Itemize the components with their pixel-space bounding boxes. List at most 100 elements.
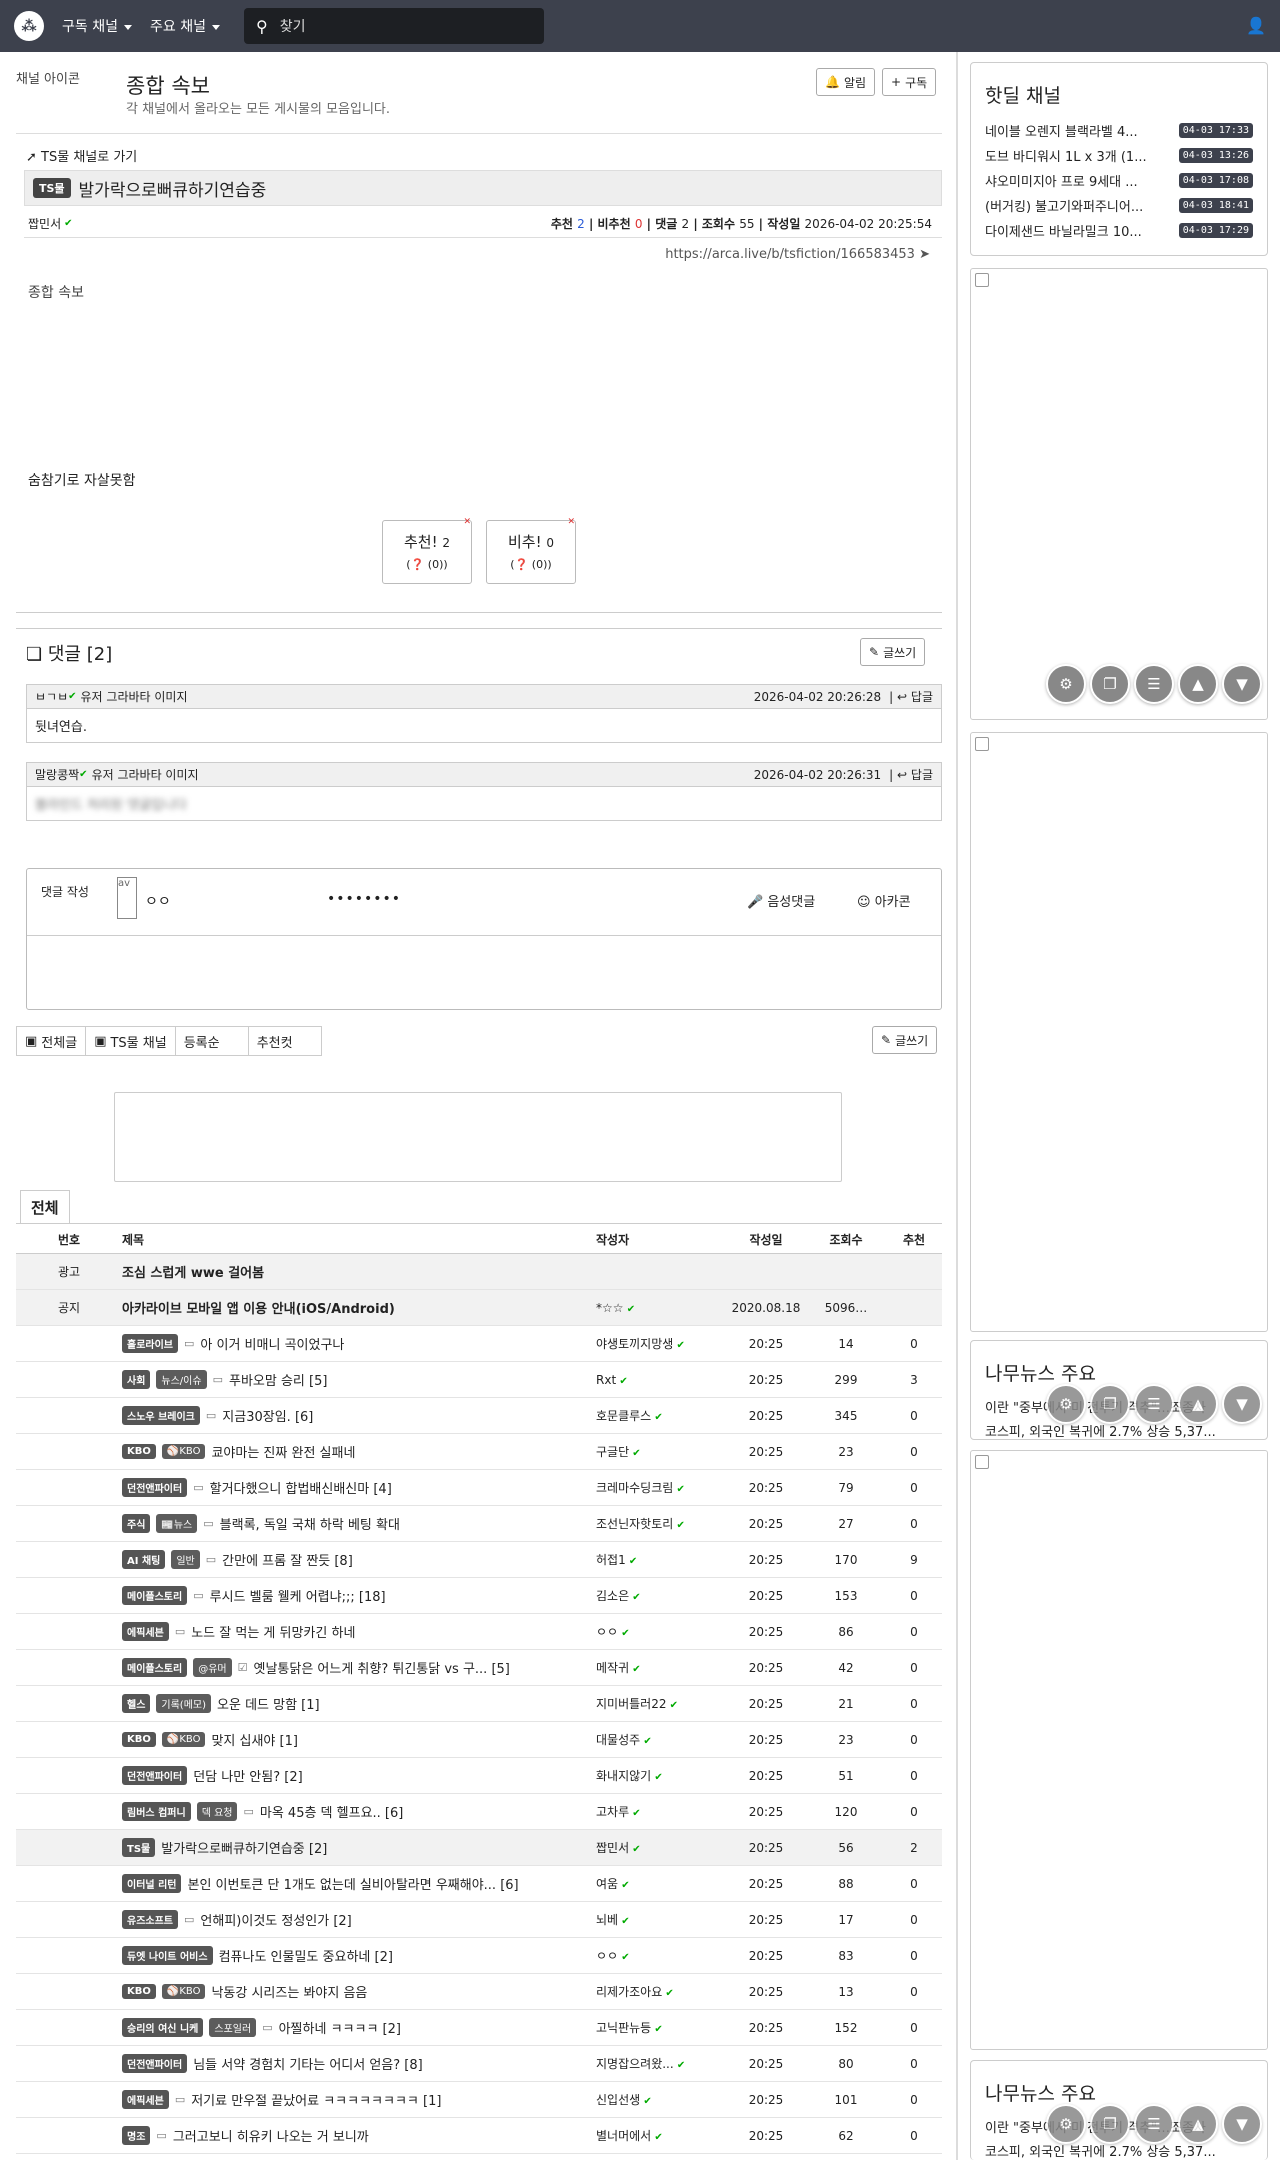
article-url[interactable]: https://arca.live/b/tsfiction/166583453 …	[665, 247, 930, 262]
password-field[interactable]: ••••••••	[327, 891, 401, 907]
article-write-button[interactable]: ✎ 글쓰기	[872, 1026, 938, 1054]
scroll-down-icon[interactable]: ▼	[1222, 2104, 1262, 2144]
comment-author[interactable]: 말랑콩짝	[35, 766, 79, 783]
row-author[interactable]: 지미버틀러22 ✔	[596, 1695, 726, 1712]
reply-button[interactable]: | ↩ 답글	[889, 688, 933, 705]
table-row[interactable]: 헬스 기록(메모) 오운 데드 망함 [1] 지미버틀러22 ✔ 20:25 21 0	[16, 1686, 942, 1722]
row-title[interactable]: TS물 발가락으로뻐큐하기연습중 [2]	[122, 1838, 596, 1857]
row-author[interactable]: 신입선생 ✔	[596, 2091, 726, 2108]
table-row[interactable]: 홀로라이브 ▭ 아 이거 비매니 곡이었구나 야생토끼지망생 ✔ 20:25 14 0	[16, 1326, 942, 1362]
category-tag[interactable]: TS물	[122, 1838, 156, 1857]
voice-comment-button[interactable]: 🎤 음성댓글	[747, 891, 815, 910]
row-author[interactable]: 짭민서 ✔	[596, 1839, 726, 1856]
category-tag[interactable]: 헬스	[122, 1694, 151, 1713]
channel-title[interactable]: 종합 속보	[126, 70, 210, 100]
filter-channel[interactable]: ▣ TS물 채널	[85, 1026, 176, 1056]
table-row[interactable]: 에픽세븐 ▭ 저기료 만우절 끝났어료 ㅋㅋㅋㅋㅋㅋㅋㅋ [1] 신입선생 ✔ 20:2…	[16, 2082, 942, 2118]
category-tag[interactable]: 주식	[122, 1514, 151, 1533]
row-title[interactable]: 던전앤파이터 님들 서약 경험치 기타는 어디서 얻음? [8]	[122, 2054, 596, 2073]
row-title[interactable]: 사회 뉴스/이슈 ▭ 푸바오맘 승리 [5]	[122, 1370, 596, 1389]
ad-image[interactable]	[970, 732, 1268, 1332]
row-title[interactable]: 명조 ▭ 그러고보니 히유키 나오는 거 보니까	[122, 2126, 596, 2145]
row-author[interactable]: 크레마수딩크림 ✔	[596, 1479, 726, 1496]
category-tag[interactable]: 던전앤파이터	[122, 1766, 188, 1785]
hotdeal-item[interactable]: (버거킹) 불고기와퍼주니어... 04-03 18:41	[971, 193, 1267, 218]
scroll-up-icon[interactable]: ▲	[1178, 1384, 1218, 1424]
hotdeal-item[interactable]: 네이블 오렌지 블랙라벨 4... 04-03 17:33	[971, 118, 1267, 143]
scroll-up-icon[interactable]: ▲	[1178, 664, 1218, 704]
row-title[interactable]: 승리의 여신 니케 스포일러 ▭ 아찔하네 ㅋㅋㅋㅋ [2]	[122, 2018, 596, 2037]
category-tag[interactable]: 이터널 리턴	[122, 1874, 182, 1893]
category-tag[interactable]: 일반	[171, 1550, 200, 1569]
settings-icon[interactable]: ⚙	[1046, 664, 1086, 704]
table-row[interactable]: 이터널 리턴 본인 이번토큰 단 1개도 없는데 실비아탈라면 우째해야... […	[16, 1866, 942, 1902]
row-title[interactable]: 유즈소프트 ▭ 언해피)이것도 정성인가 [2]	[122, 1910, 596, 1929]
category-tag[interactable]: KBO	[122, 1444, 156, 1459]
nickname-field[interactable]: ㅇㅇ	[145, 891, 171, 911]
search-input[interactable]: ⚲ 찾기	[243, 8, 544, 44]
table-row[interactable]: 승리의 여신 니케 스포일러 ▭ 아찔하네 ㅋㅋㅋㅋ [2] 고닉판뉴등 ✔ 20:25 1…	[16, 2010, 942, 2046]
copy-icon[interactable]: ❐	[1090, 664, 1130, 704]
ad-image[interactable]	[970, 268, 1268, 720]
row-author[interactable]: ㅇㅇ ✔	[596, 1623, 726, 1640]
row-author[interactable]: 야생토끼지망생 ✔	[596, 1335, 726, 1352]
rec-cut-select[interactable]: 추천컷	[247, 1026, 322, 1056]
row-title[interactable]: 주식 📰뉴스 ▭ 블랙록, 독일 국채 하락 베팅 확대	[122, 1514, 596, 1533]
category-tag[interactable]: 메이플스토리	[122, 1586, 188, 1605]
row-author[interactable]: 조선닌자핫토리 ✔	[596, 1515, 726, 1532]
row-author[interactable]: 지명잡으려왔... ✔	[596, 2055, 726, 2072]
table-row[interactable]: 사회 뉴스/이슈 ▭ 푸바오맘 승리 [5] Rxt ✔ 20:25 299 3	[16, 1362, 942, 1398]
copy-icon[interactable]: ❐	[1090, 1384, 1130, 1424]
category-tag[interactable]: KBO	[122, 1984, 156, 1999]
row-title[interactable]: 메이플스토리 ▭ 루시드 벨룸 웰케 어렵냐;;; [18]	[122, 1586, 596, 1605]
category-tag[interactable]: AI 채팅	[122, 1550, 166, 1569]
table-row[interactable]: 메이플스토리 @유머 ☑ 옛날통닭은 어느게 취향? 튀긴통닭 vs 구... [5]…	[16, 1650, 942, 1686]
table-row[interactable]: 주식 📰뉴스 ▭ 블랙록, 독일 국채 하락 베팅 확대 조선닌자핫토리 ✔ 20:25 2…	[16, 1506, 942, 1542]
table-row[interactable]: 던전앤파이터 던담 나만 안됨? [2] 화내지않기 ✔ 20:25 51 0	[16, 1758, 942, 1794]
user-icon[interactable]: 👤	[1246, 16, 1266, 35]
category-tag[interactable]: 뉴스/이슈	[156, 1370, 207, 1389]
row-author[interactable]: 고차루 ✔	[596, 1803, 726, 1820]
category-tag[interactable]: 유즈소프트	[122, 1910, 178, 1929]
table-row[interactable]: 광고 조심 스럽게 wwe 걸어봄	[16, 1254, 942, 1290]
ad-banner[interactable]	[114, 1092, 842, 1182]
row-title[interactable]: 메이플스토리 @유머 ☑ 옛날통닭은 어느게 취향? 튀긴통닭 vs 구... [5]	[122, 1658, 596, 1677]
category-tag[interactable]: @유머	[193, 1658, 232, 1677]
category-tag[interactable]: KBO	[122, 1732, 156, 1747]
category-tag[interactable]: 홀로라이브	[122, 1334, 178, 1353]
row-author[interactable]: 별너머에서 ✔	[596, 2127, 726, 2144]
table-row[interactable]: KBO ⚾KBO 낙동강 시리즈는 봐야지 음음 리제가조아요 ✔ 20:25 13 0	[16, 1974, 942, 2010]
category-tag[interactable]: 던전앤파이터	[122, 1478, 188, 1497]
row-title[interactable]: KBO ⚾KBO 쿄야마는 진짜 완전 실패네	[122, 1442, 596, 1461]
row-author[interactable]: 뇌베 ✔	[596, 1911, 726, 1928]
reply-button[interactable]: | ↩ 답글	[889, 766, 933, 783]
row-title[interactable]: 조심 스럽게 wwe 걸어봄	[122, 1262, 596, 1281]
table-row[interactable]: 던전앤파이터 님들 서약 경험치 기타는 어디서 얻음? [8] 지명잡으려왔...…	[16, 2046, 942, 2082]
category-tag[interactable]: 기록(메모)	[156, 1694, 212, 1713]
category-tag[interactable]: 던전앤파이터	[122, 2054, 188, 2073]
row-author[interactable]: 여움 ✔	[596, 1875, 726, 1892]
table-row[interactable]: 공지 아카라이브 모바일 앱 이용 안내(iOS/Android) *☆☆ ✔ 202…	[16, 1290, 942, 1326]
category-tag[interactable]: ⚾KBO	[161, 1984, 206, 1999]
hotdeal-item[interactable]: 도브 바디워시 1L x 3개 (1... 04-03 13:26	[971, 143, 1267, 168]
row-title[interactable]: 에픽세븐 ▭ 노드 잘 먹는 게 뒤망카긴 하네	[122, 1622, 596, 1641]
row-author[interactable]: 고닉판뉴등 ✔	[596, 2019, 726, 2036]
table-row[interactable]: 에픽세븐 ▭ 노드 잘 먹는 게 뒤망카긴 하네 ㅇㅇ ✔ 20:25 86 0	[16, 1614, 942, 1650]
table-row[interactable]: 던전앤파이터 ▭ 할거다했으니 합법배신배신마 [4] 크레마수딩크림 ✔ 20:25 7…	[16, 1470, 942, 1506]
table-row[interactable]: TS물 발가락으로뻐큐하기연습중 [2] 짭민서 ✔ 20:25 56 2	[16, 1830, 942, 1866]
row-author[interactable]: 호문클루스 ✔	[596, 1407, 726, 1424]
tab-all[interactable]: 전체	[20, 1190, 70, 1224]
news-title[interactable]: 나무뉴스 주요	[985, 1359, 1267, 1386]
category-tag[interactable]: 사회	[122, 1370, 151, 1389]
scroll-down-icon[interactable]: ▼	[1222, 664, 1262, 704]
subscribed-channels-menu[interactable]: 구독 채널	[62, 16, 132, 36]
category-tag[interactable]: 📰뉴스	[156, 1514, 198, 1533]
table-row[interactable]: 명조 ▭ 그러고보니 히유키 나오는 거 보니까 별너머에서 ✔ 20:25 62 0	[16, 2118, 942, 2154]
settings-icon[interactable]: ⚙	[1046, 2104, 1086, 2144]
row-title[interactable]: 아카라이브 모바일 앱 이용 안내(iOS/Android)	[122, 1298, 596, 1317]
category-tag[interactable]: 메이플스토리	[122, 1658, 188, 1677]
row-author[interactable]: ㅇㅇ ✔	[596, 1947, 726, 1964]
table-row[interactable]: AI 채팅 일반 ▭ 간만에 프롬 잘 짠듯 [8] 허접1 ✔ 20:25 170 9	[16, 1542, 942, 1578]
row-author[interactable]: 리제가조아요 ✔	[596, 1983, 726, 2000]
scroll-down-icon[interactable]: ▼	[1222, 1384, 1262, 1424]
